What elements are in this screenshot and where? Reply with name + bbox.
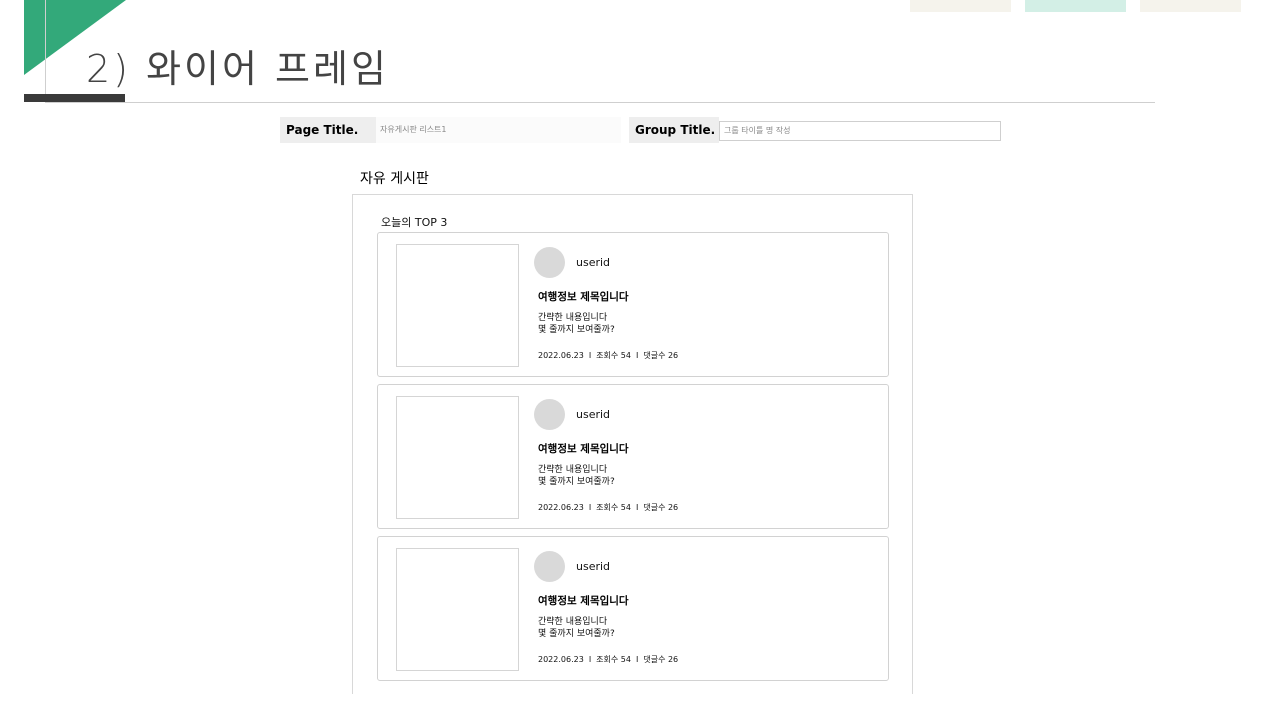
top-tab-1[interactable] <box>910 0 1011 12</box>
group-title-label: Group Title. <box>629 117 719 143</box>
post-userid[interactable]: userid <box>576 560 610 573</box>
post-views: 조회수 54 <box>596 351 631 360</box>
title-underline-rule <box>45 102 1155 103</box>
post-userid[interactable]: userid <box>576 256 610 269</box>
post-views: 조회수 54 <box>596 503 631 512</box>
avatar[interactable] <box>534 399 565 430</box>
post-date: 2022.06.23 <box>538 503 584 512</box>
post-excerpt-line2: 몇 줄까지 보여줄까? <box>538 477 615 487</box>
page-title-label: Page Title. <box>280 117 376 143</box>
post-comments: 댓글수 26 <box>643 351 679 360</box>
meta-separator: I <box>588 351 592 360</box>
post-excerpt-line2: 몇 줄까지 보여줄까? <box>538 325 615 335</box>
post-date: 2022.06.23 <box>538 655 584 664</box>
board-title: 자유 게시판 <box>360 171 429 187</box>
meta-separator: I <box>635 503 639 512</box>
post-comments: 댓글수 26 <box>643 503 679 512</box>
post-meta: 2022.06.23 I 조회수 54 I 댓글수 26 <box>538 654 678 665</box>
post-card[interactable]: userid 여행정보 제목입니다 간략한 내용입니다 몇 줄까지 보여줄까? … <box>377 232 889 377</box>
post-meta: 2022.06.23 I 조회수 54 I 댓글수 26 <box>538 502 678 513</box>
post-card[interactable]: userid 여행정보 제목입니다 간략한 내용입니다 몇 줄까지 보여줄까? … <box>377 384 889 529</box>
title-accent-bar <box>24 94 125 102</box>
post-thumbnail[interactable] <box>396 244 519 367</box>
meta-separator: I <box>588 655 592 664</box>
post-meta: 2022.06.23 I 조회수 54 I 댓글수 26 <box>538 350 678 361</box>
post-excerpt-line2: 몇 줄까지 보여줄까? <box>538 629 615 639</box>
meta-separator: I <box>588 503 592 512</box>
post-userid[interactable]: userid <box>576 408 610 421</box>
avatar[interactable] <box>534 247 565 278</box>
post-title[interactable]: 여행정보 제목입니다 <box>538 593 629 608</box>
meta-separator: I <box>635 351 639 360</box>
top-tab-3[interactable] <box>1140 0 1241 12</box>
post-thumbnail[interactable] <box>396 396 519 519</box>
title-vertical-rule <box>45 0 46 102</box>
slide-title: 2) 와이어 프레임 <box>86 47 389 91</box>
post-date: 2022.06.23 <box>538 351 584 360</box>
post-title[interactable]: 여행정보 제목입니다 <box>538 289 629 304</box>
post-title[interactable]: 여행정보 제목입니다 <box>538 441 629 456</box>
group-title-input[interactable]: 그룹 타이틀 명 작성 <box>719 121 1001 141</box>
top3-section-title: 오늘의 TOP 3 <box>381 216 448 229</box>
post-card[interactable]: userid 여행정보 제목입니다 간략한 내용입니다 몇 줄까지 보여줄까? … <box>377 536 889 681</box>
top-tab-2[interactable] <box>1025 0 1126 12</box>
meta-separator: I <box>635 655 639 664</box>
avatar[interactable] <box>534 551 565 582</box>
page-title-value: 자유게시판 리스트1 <box>376 117 621 143</box>
post-comments: 댓글수 26 <box>643 655 679 664</box>
post-thumbnail[interactable] <box>396 548 519 671</box>
post-views: 조회수 54 <box>596 655 631 664</box>
